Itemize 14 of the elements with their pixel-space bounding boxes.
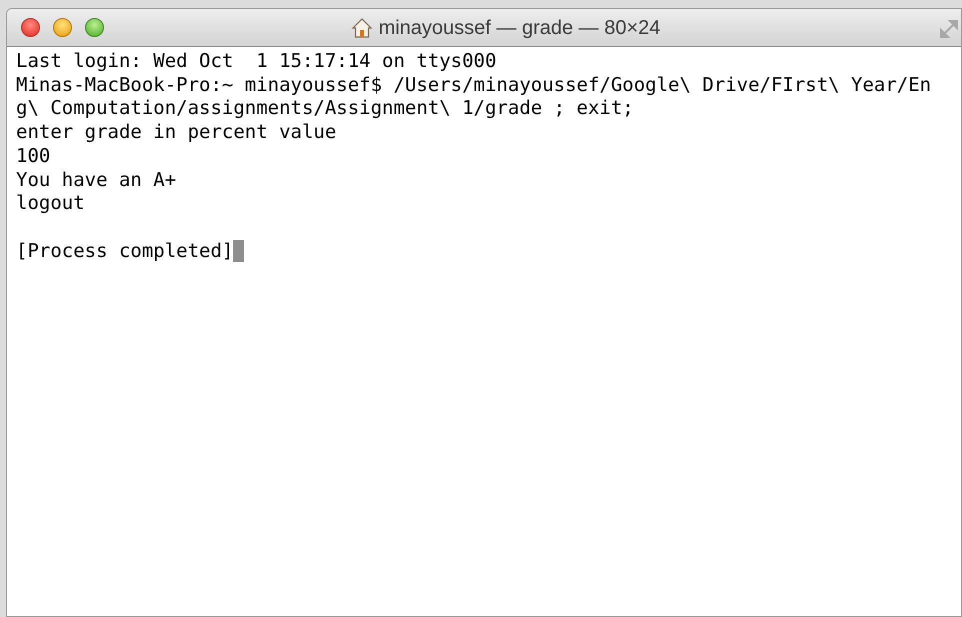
close-button[interactable] — [21, 18, 40, 37]
terminal-line: Last login: Wed Oct 1 15:17:14 on ttys000 — [16, 50, 496, 74]
terminal-line: g\ Computation/assignments/Assignment\ 1/grade ; exit; — [16, 97, 634, 122]
terminal-line: You have an A+ — [16, 168, 176, 192]
terminal-line: [Process completed] — [16, 240, 234, 264]
terminal-line: 100 — [16, 144, 50, 169]
terminal-line: enter grade in percent value — [16, 121, 336, 145]
house-icon — [350, 16, 373, 38]
terminal-line: logout — [16, 192, 85, 216]
zoom-button[interactable] — [85, 18, 104, 37]
window-title: minayoussef — grade — 80×24 — [378, 16, 660, 40]
fullscreen-icon[interactable] — [939, 19, 959, 39]
minimize-button[interactable] — [53, 18, 72, 37]
terminal-line: Minas-MacBook-Pro:~ minayoussef$ /Users/minayoussef/Google\ Drive/FIrst\ Year/En — [16, 74, 932, 98]
